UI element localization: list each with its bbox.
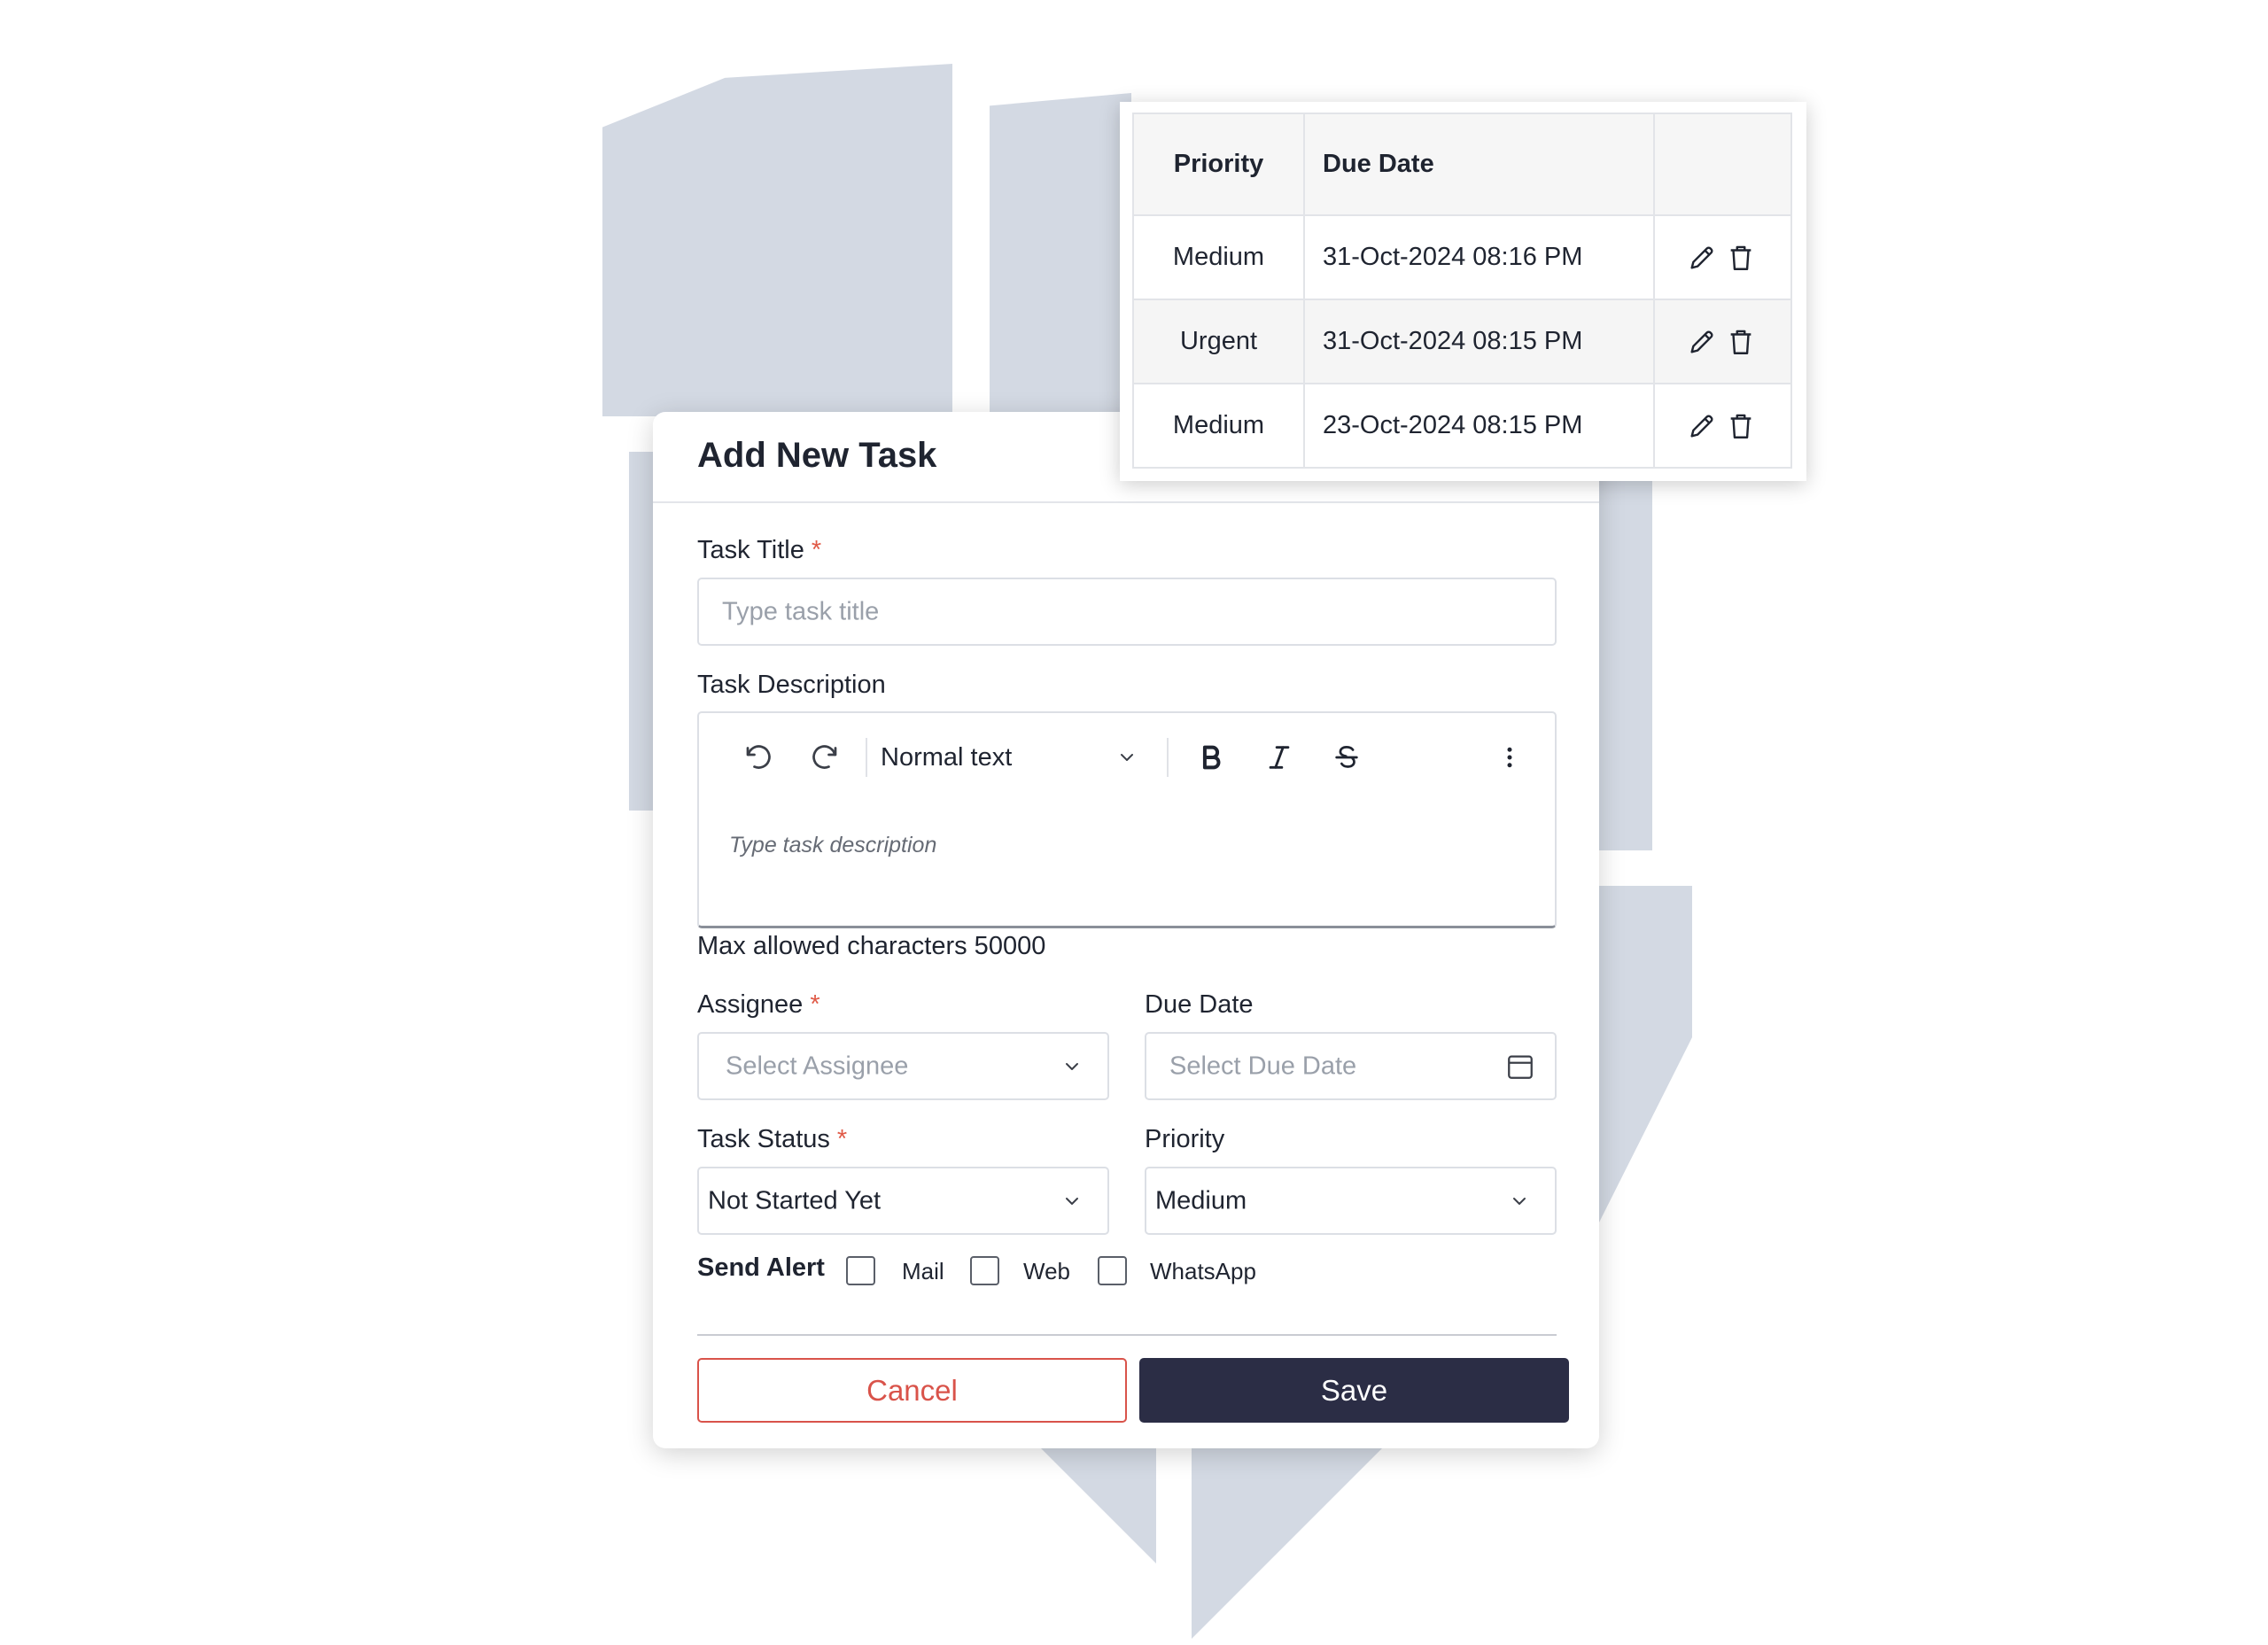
- column-header-due-date[interactable]: Due Date: [1303, 113, 1655, 216]
- priority-cell: Medium: [1132, 214, 1305, 300]
- bold-icon: [1202, 745, 1221, 770]
- assignee-label: Assignee *: [697, 990, 820, 1020]
- priority-cell: Medium: [1132, 383, 1305, 469]
- column-header-priority[interactable]: Priority: [1132, 113, 1305, 216]
- mail-checkbox[interactable]: [846, 1256, 875, 1285]
- edit-pencil-icon[interactable]: [1687, 411, 1717, 441]
- undo-button[interactable]: [736, 735, 781, 780]
- task-status-value: Not Started Yet: [708, 1186, 882, 1214]
- text-style-select[interactable]: Normal text: [881, 738, 1146, 777]
- chevron-down-icon: [1066, 1197, 1078, 1205]
- task-table: Priority Due Date Medium 31-Oct-2024 08:…: [1132, 113, 1792, 469]
- italic-button[interactable]: [1257, 735, 1301, 780]
- task-status-label: Task Status *: [697, 1125, 847, 1154]
- mail-checkbox-label: Mail: [902, 1258, 944, 1284]
- trash-icon[interactable]: [1726, 409, 1756, 443]
- priority-cell: Urgent: [1132, 299, 1305, 384]
- footer-divider: [697, 1334, 1557, 1336]
- strikethrough-icon: [1335, 746, 1358, 768]
- toolbar-divider: [1167, 738, 1169, 777]
- priority-label: Priority: [1145, 1125, 1225, 1153]
- background-shape-right: [1599, 478, 1652, 850]
- task-title-label: Task Title *: [697, 536, 821, 565]
- assignee-select[interactable]: Select Assignee: [697, 1032, 1109, 1100]
- edit-pencil-icon[interactable]: [1687, 327, 1717, 357]
- task-table-card: Priority Due Date Medium 31-Oct-2024 08:…: [1120, 102, 1806, 481]
- cancel-button[interactable]: Cancel: [697, 1358, 1127, 1423]
- task-title-placeholder: Type task title: [722, 597, 880, 625]
- redo-button[interactable]: [803, 735, 847, 780]
- task-title-input[interactable]: Type task title: [697, 578, 1557, 646]
- max-characters-note: Max allowed characters 50000: [697, 932, 1046, 960]
- edit-pencil-icon[interactable]: [1687, 243, 1717, 273]
- due-date-input[interactable]: Select Due Date: [1145, 1032, 1557, 1100]
- calendar-icon[interactable]: [1505, 1051, 1535, 1082]
- undo-icon: [746, 745, 771, 769]
- actions-cell: [1653, 214, 1792, 300]
- whatsapp-checkbox-label: WhatsApp: [1150, 1258, 1256, 1284]
- task-description-placeholder: Type task description: [729, 833, 937, 857]
- bold-button[interactable]: [1189, 735, 1233, 780]
- modal-title: Add New Task: [697, 436, 937, 475]
- due-date-cell: 23-Oct-2024 08:15 PM: [1303, 383, 1655, 469]
- more-options-button[interactable]: [1487, 735, 1532, 780]
- due-date-placeholder: Select Due Date: [1169, 1051, 1357, 1080]
- table-row: Medium 23-Oct-2024 08:15 PM: [1132, 383, 1792, 469]
- background-shape-right-lower: [1599, 886, 1692, 1222]
- background-shape-bottom-right: [1192, 1444, 1386, 1639]
- priority-select[interactable]: Medium: [1145, 1167, 1557, 1235]
- actions-cell: [1653, 383, 1792, 469]
- due-date-cell: 31-Oct-2024 08:15 PM: [1303, 299, 1655, 384]
- required-mark: *: [810, 990, 820, 1019]
- toolbar-divider: [866, 738, 867, 777]
- web-checkbox[interactable]: [970, 1256, 999, 1285]
- background-shape-bottom-left: [1037, 1444, 1156, 1564]
- chevron-down-icon: [1121, 754, 1133, 761]
- task-status-select[interactable]: Not Started Yet: [697, 1167, 1109, 1235]
- column-header-actions: [1653, 113, 1792, 216]
- required-mark: *: [811, 536, 822, 564]
- whatsapp-checkbox[interactable]: [1098, 1256, 1127, 1285]
- background-shape-left: [602, 64, 952, 416]
- table-row: Urgent 31-Oct-2024 08:15 PM: [1132, 299, 1792, 384]
- chevron-down-icon: [1066, 1062, 1078, 1070]
- more-vertical-icon: [1507, 747, 1512, 768]
- actions-cell: [1653, 299, 1792, 384]
- redo-icon: [812, 745, 837, 769]
- strikethrough-button[interactable]: [1324, 735, 1369, 780]
- send-alert-label: Send Alert: [697, 1253, 825, 1282]
- save-button[interactable]: Save: [1139, 1358, 1569, 1423]
- assignee-placeholder: Select Assignee: [726, 1051, 909, 1080]
- italic-icon: [1269, 746, 1290, 769]
- due-date-label: Due Date: [1145, 990, 1254, 1019]
- add-task-modal: Add New Task Task Title * Type task title…: [653, 412, 1599, 1448]
- trash-icon[interactable]: [1726, 241, 1756, 275]
- assignee-label-text: Assignee: [697, 990, 804, 1019]
- due-date-cell: 31-Oct-2024 08:16 PM: [1303, 214, 1655, 300]
- table-header-row: Priority Due Date: [1132, 113, 1792, 216]
- task-description-editor[interactable]: Normal text Type task description: [697, 711, 1557, 928]
- task-title-label-text: Task Title: [697, 536, 804, 564]
- table-row: Medium 31-Oct-2024 08:16 PM: [1132, 214, 1792, 300]
- text-style-value: Normal text: [881, 743, 1013, 772]
- web-checkbox-label: Web: [1023, 1258, 1070, 1284]
- trash-icon[interactable]: [1726, 325, 1756, 359]
- background-shape-mid: [990, 93, 1131, 412]
- task-status-label-text: Task Status: [697, 1125, 830, 1153]
- chevron-down-icon: [1513, 1197, 1526, 1205]
- task-description-label: Task Description: [697, 671, 886, 699]
- priority-value: Medium: [1155, 1186, 1247, 1214]
- required-mark: *: [836, 1125, 848, 1153]
